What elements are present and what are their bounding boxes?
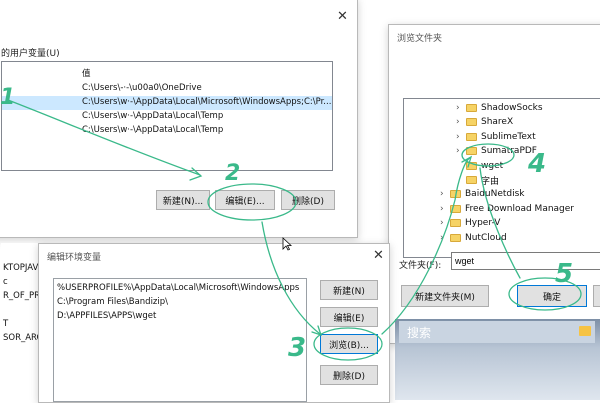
table-row-selected[interactable]: C:\Users\w·-\AppData\Local\Microsoft\Win… — [2, 96, 332, 110]
table-row[interactable]: C:\Users\w·-\AppData\Local\Temp — [2, 110, 332, 124]
chevron-right-icon[interactable]: › — [456, 146, 466, 156]
row-value: C:\Users\w·-\AppData\Local\Temp — [82, 125, 224, 135]
tree-item-label: NutCloud — [465, 232, 507, 243]
tree-item[interactable]: › Hyper-V — [440, 216, 500, 230]
env-variables-dialog: ✕ 的用户变量(U) 值 C:\Users\-·-\u00a0\OneDrive… — [0, 0, 358, 363]
chevron-right-icon[interactable]: › — [440, 204, 450, 214]
folder-icon — [450, 204, 461, 213]
system-var-name: KTOPJAVA — [3, 263, 41, 273]
table-row[interactable]: C:\Users\w·-\AppData\Local\Temp — [2, 124, 332, 138]
chevron-right-icon[interactable]: › — [456, 132, 466, 142]
tree-item-label: BaiduNetdisk — [465, 189, 525, 200]
folder-icon — [450, 233, 461, 242]
row-value: C:\Users\w·-\AppData\Local\Temp — [82, 111, 224, 121]
user-delete-button[interactable]: 删除(D) — [281, 190, 335, 210]
system-var-name: c — [3, 277, 8, 287]
chevron-right-icon[interactable]: › — [456, 117, 466, 127]
tree-item[interactable]: › ShadowSocks — [456, 101, 543, 115]
delete-button[interactable]: 删除(D) — [320, 365, 378, 385]
dialog-title: 浏览文件夹 — [397, 34, 443, 44]
folder-icon — [466, 147, 477, 156]
tree-item-label: SublimeText — [481, 131, 536, 142]
tree-item[interactable]: › NutCloud — [440, 231, 507, 245]
folder-icon — [466, 118, 477, 127]
search-placeholder: 搜索 — [407, 326, 432, 340]
tree-item-label: wget — [481, 160, 504, 171]
user-vars-list[interactable]: 值 C:\Users\-·-\u00a0\OneDrive C:\Users\w… — [1, 61, 333, 171]
folder-tree[interactable]: › ShadowSocks › ShareX › SublimeText › SumatraP… — [403, 98, 600, 258]
folder-label: 文件夹(F): — [399, 261, 442, 271]
search-box[interactable]: 搜索 — [399, 321, 595, 343]
user-new-button[interactable]: 新建(N)... — [156, 190, 210, 210]
cancel-button[interactable]: 取 — [593, 285, 600, 307]
folder-icon — [450, 219, 461, 228]
tree-item[interactable]: › SumatraPDF — [456, 144, 537, 158]
tree-item[interactable]: › Free Download Manager — [440, 202, 574, 216]
user-vars-header: 的用户变量(U) — [1, 49, 60, 59]
new-folder-button[interactable]: 新建文件夹(M) — [401, 285, 489, 307]
close-icon[interactable]: ✕ — [337, 9, 348, 24]
edit-env-dialog: 编辑环境变量 ✕ %USERPROFILE%\AppData\Local\Mic… — [38, 243, 390, 403]
row-value: C:\Users\-·-\u00a0\OneDrive — [82, 83, 202, 93]
browse-folder-dialog: 浏览文件夹 › ShadowSocks › ShareX › SublimeText › Su… — [388, 24, 600, 344]
tree-item[interactable]: › ShareX — [456, 115, 513, 129]
ok-button[interactable]: 确定 — [517, 285, 587, 307]
tree-item[interactable]: › BaiduNetdisk — [440, 187, 525, 201]
list-item[interactable]: C:\Program Files\Bandizip\ — [57, 297, 168, 307]
system-vars-list[interactable]: KTOPJAVA c R_OF_PRO T SOR_ARCH — [1, 243, 41, 363]
list-item[interactable]: D:\APPFILES\APPS\wget — [57, 311, 156, 321]
user-edit-button[interactable]: 编辑(E)... — [215, 190, 275, 210]
system-var-name: T — [3, 319, 9, 329]
column-header-value: 值 — [82, 69, 91, 79]
folder-icon — [579, 326, 591, 336]
folder-icon — [466, 176, 477, 184]
folder-icon — [450, 190, 461, 199]
taskbar-search[interactable]: 搜索 — [395, 319, 600, 400]
folder-input[interactable] — [451, 252, 600, 270]
chevron-right-icon[interactable]: › — [440, 233, 450, 243]
tree-item-label: SumatraPDF — [481, 146, 537, 157]
folder-icon — [466, 132, 477, 141]
folder-icon — [466, 161, 477, 170]
table-row[interactable]: C:\Users\-·-\u00a0\OneDrive — [2, 82, 332, 96]
chevron-right-icon[interactable]: › — [440, 218, 450, 228]
chevron-right-icon[interactable]: › — [456, 103, 466, 113]
tree-item[interactable]: wget — [456, 159, 503, 173]
path-list[interactable]: %USERPROFILE%\AppData\Local\Microsoft\Wi… — [53, 278, 307, 402]
tree-item-label: ShareX — [481, 117, 514, 128]
dialog-title: 编辑环境变量 — [47, 253, 102, 263]
browse-button[interactable]: 浏览(B)... — [320, 334, 378, 354]
tree-item[interactable]: › SublimeText — [456, 130, 536, 144]
list-item[interactable]: %USERPROFILE%\AppData\Local\Microsoft\Wi… — [57, 283, 299, 293]
tree-item-label: Hyper-V — [465, 218, 501, 229]
tree-item[interactable]: 字由 — [456, 173, 499, 187]
new-button[interactable]: 新建(N) — [320, 280, 378, 300]
row-value: C:\Users\w·-\AppData\Local\Microsoft\Win… — [82, 97, 332, 107]
cursor-icon — [282, 237, 292, 251]
close-icon[interactable]: ✕ — [373, 248, 384, 263]
tree-item-label: Free Download Manager — [465, 203, 575, 214]
chevron-right-icon[interactable]: › — [440, 189, 450, 199]
folder-icon — [466, 104, 477, 112]
system-var-name: SOR_ARCH — [3, 333, 41, 343]
tree-item-label: 字由 — [481, 176, 500, 187]
tree-item-label: ShadowSocks — [481, 103, 543, 113]
edit-button[interactable]: 编辑(E) — [320, 307, 378, 327]
system-var-name: R_OF_PRO — [3, 291, 41, 301]
